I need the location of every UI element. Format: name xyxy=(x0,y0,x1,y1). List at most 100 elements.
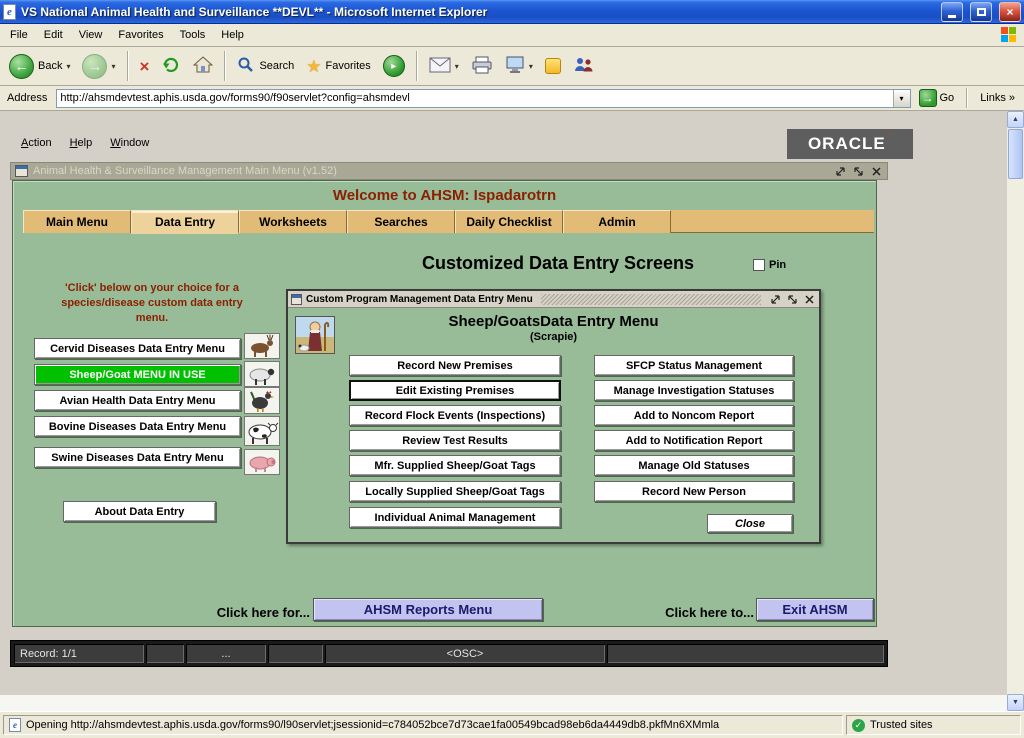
address-dropdown-button[interactable]: ▾ xyxy=(893,90,910,107)
ahsm-reports-menu-button[interactable]: AHSM Reports Menu xyxy=(313,598,543,621)
welcome-text: Welcome to AHSM: Ispadarotrn xyxy=(13,187,876,204)
favorites-label: Favorites xyxy=(326,60,371,72)
address-field-wrap: ▾ xyxy=(56,89,910,108)
dialog-titlebar[interactable]: Custom Program Management Data Entry Men… xyxy=(288,291,819,308)
edit-dropdown-icon: ▾ xyxy=(529,62,533,71)
minimize-button[interactable] xyxy=(941,2,963,22)
menu-file[interactable]: File xyxy=(2,26,36,44)
mdi-close-icon[interactable] xyxy=(870,165,883,178)
dialog-close-icon[interactable] xyxy=(803,293,816,306)
add-to-noncom-report-button[interactable]: Add to Noncom Report xyxy=(594,405,794,426)
ie-page-icon: e xyxy=(3,4,16,20)
windows-logo-icon xyxy=(1001,27,1018,44)
pig-icon xyxy=(244,449,280,475)
reports-caption: Click here for... xyxy=(198,605,310,620)
stop-button[interactable]: × xyxy=(135,50,155,82)
about-data-entry-button[interactable]: About Data Entry xyxy=(63,501,216,522)
menu-help[interactable]: Help xyxy=(213,26,252,44)
status-page-icon: e xyxy=(9,718,21,732)
messenger-button[interactable] xyxy=(540,50,566,82)
tab-worksheets[interactable]: Worksheets xyxy=(239,210,347,233)
manage-old-statuses-button[interactable]: Manage Old Statuses xyxy=(594,455,794,476)
mail-icon xyxy=(429,57,451,76)
edit-button[interactable]: ▾ xyxy=(500,50,538,82)
toolbar-separator xyxy=(127,51,129,81)
refresh-button[interactable] xyxy=(156,50,186,82)
instruction-text: 'Click' below on your choice for a speci… xyxy=(45,281,259,326)
edit-existing-premises-button[interactable]: Edit Existing Premises xyxy=(349,380,561,401)
menu-edit[interactable]: Edit xyxy=(36,26,71,44)
pin-checkbox-group: Pin xyxy=(753,259,786,271)
forward-icon: → xyxy=(82,54,107,79)
tab-searches[interactable]: Searches xyxy=(347,210,455,233)
search-icon xyxy=(237,56,255,77)
dialog-subheading: (Scrapie) xyxy=(288,331,819,343)
avian-menu-button[interactable]: Avian Health Data Entry Menu xyxy=(34,390,241,411)
dialog-restore-icon[interactable] xyxy=(769,293,782,306)
menu-favorites[interactable]: Favorites xyxy=(110,26,171,44)
record-new-premises-button[interactable]: Record New Premises xyxy=(349,355,561,376)
scroll-down-button[interactable]: ▼ xyxy=(1007,694,1024,711)
individual-animal-management-button[interactable]: Individual Animal Management xyxy=(349,507,561,528)
back-button[interactable]: ← Back ▾ xyxy=(4,50,75,82)
main-menu-form: Welcome to AHSM: Ispadarotrn Main Menu D… xyxy=(12,180,877,627)
search-button[interactable]: Search xyxy=(232,50,299,82)
oracle-menu-action[interactable]: Action xyxy=(14,135,59,151)
cervid-menu-button[interactable]: Cervid Diseases Data Entry Menu xyxy=(34,338,241,359)
forward-button[interactable]: → ▾ xyxy=(77,50,120,82)
exit-caption: Click here to... xyxy=(646,605,754,620)
favorites-button[interactable]: ★ Favorites xyxy=(301,50,376,82)
manage-investigation-statuses-button[interactable]: Manage Investigation Statuses xyxy=(594,380,794,401)
oracle-menubar: Action Help Window xyxy=(14,133,156,153)
back-icon: ← xyxy=(9,54,34,79)
dialog-body: Sheep/GoatsData Entry Menu (Scrapie) Rec… xyxy=(288,308,819,540)
scroll-up-button[interactable]: ▲ xyxy=(1007,111,1024,128)
discuss-button[interactable] xyxy=(568,50,600,82)
address-bar: Address ▾ → Go Links » xyxy=(0,86,1024,111)
media-button[interactable]: ▸ xyxy=(378,50,410,82)
pin-checkbox[interactable] xyxy=(753,259,765,271)
menu-view[interactable]: View xyxy=(71,26,111,44)
exit-ahsm-button[interactable]: Exit AHSM xyxy=(756,598,874,621)
tab-admin[interactable]: Admin xyxy=(563,210,671,233)
mdi-restore-icon[interactable] xyxy=(834,165,847,178)
mdi-maximize-icon[interactable] xyxy=(852,165,865,178)
go-label: Go xyxy=(940,92,955,104)
scrollbar-thumb[interactable] xyxy=(1008,129,1023,179)
dialog-maximize-icon[interactable] xyxy=(786,293,799,306)
tab-main-menu[interactable]: Main Menu xyxy=(23,210,131,233)
zone-label: Trusted sites xyxy=(870,719,933,731)
vertical-scrollbar[interactable]: ▲ ▼ xyxy=(1007,111,1024,711)
home-button[interactable] xyxy=(188,50,218,82)
mail-button[interactable]: ▾ xyxy=(424,50,464,82)
add-to-notification-report-button[interactable]: Add to Notification Report xyxy=(594,430,794,451)
locally-supplied-tags-button[interactable]: Locally Supplied Sheep/Goat Tags xyxy=(349,481,561,502)
oracle-menu-help[interactable]: Help xyxy=(63,135,100,151)
swine-menu-button[interactable]: Swine Diseases Data Entry Menu xyxy=(34,447,241,468)
mfr-supplied-tags-button[interactable]: Mfr. Supplied Sheep/Goat Tags xyxy=(349,455,561,476)
print-button[interactable] xyxy=(466,50,498,82)
record-new-person-button[interactable]: Record New Person xyxy=(594,481,794,502)
close-button[interactable]: × xyxy=(999,2,1021,22)
record-flock-events-button[interactable]: Record Flock Events (Inspections) xyxy=(349,405,561,426)
deer-icon xyxy=(244,333,280,359)
tab-daily-checklist[interactable]: Daily Checklist xyxy=(455,210,563,233)
dialog-close-button[interactable]: Close xyxy=(707,514,793,533)
sfcp-status-management-button[interactable]: SFCP Status Management xyxy=(594,355,794,376)
review-test-results-button[interactable]: Review Test Results xyxy=(349,430,561,451)
address-input[interactable] xyxy=(57,91,892,106)
toolbar-separator xyxy=(224,51,226,81)
links-button[interactable]: Links » xyxy=(977,92,1021,104)
browser-toolbar: ← Back ▾ → ▾ × Search xyxy=(0,47,1024,86)
window-titlebar: e VS National Animal Health and Surveill… xyxy=(0,0,1024,24)
maximize-button[interactable] xyxy=(970,2,992,22)
go-button[interactable]: → Go xyxy=(916,89,958,107)
bovine-menu-button[interactable]: Bovine Diseases Data Entry Menu xyxy=(34,416,241,437)
oracle-menu-window[interactable]: Window xyxy=(103,135,156,151)
browser-window: e VS National Animal Health and Surveill… xyxy=(0,0,1024,738)
menu-tools[interactable]: Tools xyxy=(172,26,214,44)
stop-icon: × xyxy=(140,58,150,75)
tab-data-entry[interactable]: Data Entry xyxy=(131,210,239,234)
oracle-logo: ORACLE´ xyxy=(787,129,913,159)
sheep-goat-menu-button[interactable]: Sheep/Goat MENU IN USE xyxy=(34,364,241,385)
